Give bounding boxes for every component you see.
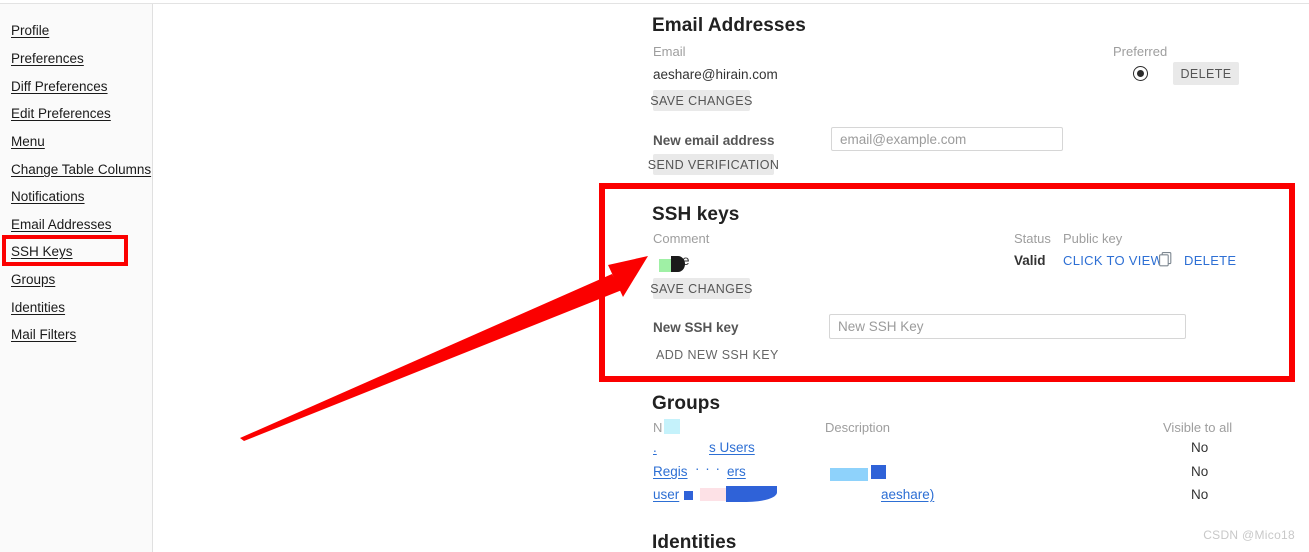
new-ssh-key-label: New SSH key [653, 320, 739, 335]
sidebar-item-preferences[interactable]: Preferences [11, 51, 84, 66]
redaction-block-row2-b [871, 465, 886, 479]
redaction-block-black [671, 256, 685, 272]
preferred-radio[interactable] [1133, 66, 1148, 81]
redaction-block-row2-a [830, 468, 868, 481]
group-link-row3-suffix[interactable]: aeshare) [881, 487, 934, 502]
groups-title: Groups [652, 393, 721, 414]
ssh-comment-column-header: Comment [653, 231, 710, 246]
redaction-block-row3-b [700, 488, 729, 501]
group-link-row2-mid: · · · [695, 461, 721, 476]
group-visible-row3: No [1191, 487, 1209, 502]
ssh-key-status-value: Valid [1014, 253, 1046, 268]
sidebar-item-ssh-keys[interactable]: SSH Keys [11, 244, 73, 259]
watermark: CSDN @Mico18 [1203, 528, 1295, 542]
group-visible-row2: No [1191, 464, 1209, 479]
screenshot-root: Profile Preferences Diff Preferences Edi… [0, 0, 1309, 552]
groups-description-column-header: Description [825, 420, 891, 435]
sidebar-item-email-addresses[interactable]: Email Addresses [11, 217, 112, 232]
radio-dot [1137, 70, 1144, 77]
sidebar-item-menu[interactable]: Menu [11, 134, 45, 149]
save-ssh-changes-button[interactable]: SAVE CHANGES [650, 278, 752, 299]
send-verification-button[interactable]: SEND VERIFICATION [648, 154, 779, 175]
sidebar-item-change-table-columns[interactable]: Change Table Columns [11, 162, 151, 177]
email-column-header: Email [653, 44, 686, 59]
redaction-block-row3-a [684, 491, 693, 500]
groups-name-column-header: N [653, 420, 663, 435]
new-ssh-key-input[interactable] [829, 314, 1186, 339]
delete-email-button[interactable]: DELETE [1173, 62, 1239, 85]
new-email-input[interactable] [831, 127, 1063, 151]
identities-title: Identities [652, 532, 737, 552]
new-email-label: New email address [653, 133, 775, 148]
group-link-row1-prefix[interactable]: . [653, 440, 657, 455]
email-addresses-title: Email Addresses [652, 15, 806, 36]
redaction-block-name-header [664, 419, 680, 434]
email-value: aeshare@hirain.com [653, 67, 778, 82]
group-link-row1-suffix[interactable]: s Users [709, 440, 755, 455]
redaction-block-row3-c [726, 486, 777, 502]
click-to-view-button[interactable]: CLICK TO VIEW [1063, 253, 1163, 268]
group-link-row2-suffix[interactable]: ers [727, 464, 746, 479]
groups-visible-column-header: Visible to all [1163, 420, 1233, 435]
ssh-publickey-column-header: Public key [1063, 231, 1123, 246]
sidebar: Profile Preferences Diff Preferences Edi… [0, 4, 153, 552]
preferred-column-header: Preferred [1113, 44, 1168, 59]
ssh-status-column-header: Status [1014, 231, 1051, 246]
add-new-ssh-key-button[interactable]: ADD NEW SSH KEY [656, 347, 779, 363]
group-link-row3-prefix[interactable]: user [653, 487, 679, 502]
sidebar-item-edit-preferences[interactable]: Edit Preferences [11, 106, 111, 121]
sidebar-item-identities[interactable]: Identities [11, 300, 65, 315]
save-email-changes-button[interactable]: SAVE CHANGES [650, 90, 752, 111]
sidebar-item-notifications[interactable]: Notifications [11, 189, 85, 204]
sidebar-item-mail-filters[interactable]: Mail Filters [11, 327, 76, 342]
sidebar-item-diff-preferences[interactable]: Diff Preferences [11, 79, 108, 94]
group-visible-row1: No [1191, 440, 1209, 455]
main-content: Email Addresses Email Preferred aeshare@… [154, 4, 1309, 552]
ssh-keys-title: SSH keys [652, 204, 740, 225]
sidebar-item-profile[interactable]: Profile [11, 23, 49, 38]
copy-icon[interactable] [1159, 252, 1172, 267]
sidebar-item-groups[interactable]: Groups [11, 272, 55, 287]
delete-ssh-key-button[interactable]: DELETE [1184, 253, 1236, 268]
group-link-row2-prefix[interactable]: Regis [653, 464, 688, 479]
